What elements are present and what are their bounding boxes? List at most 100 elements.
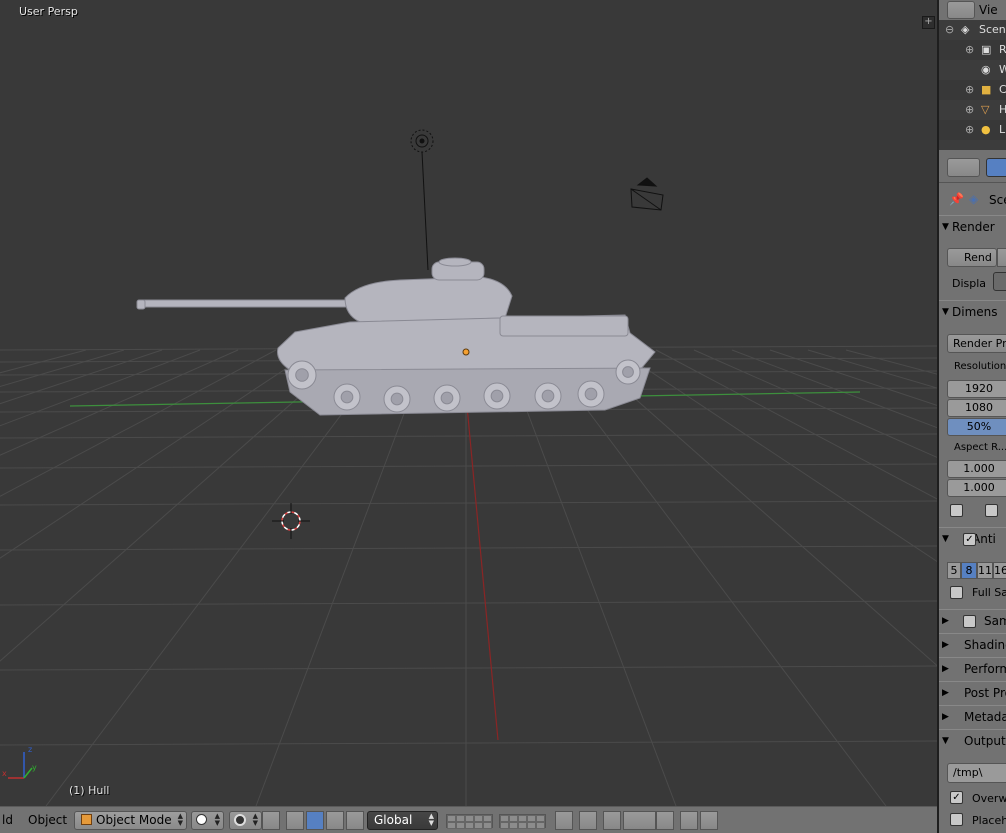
mode-selector[interactable]: Object Mode ▲ ▼ xyxy=(74,811,187,830)
anti-aliasing-panel-header[interactable]: ▼ ✓ Anti xyxy=(939,527,1006,551)
render-context-tab[interactable] xyxy=(986,158,1006,177)
grid-line xyxy=(655,349,937,500)
svg-text:x: x xyxy=(2,769,7,778)
resolution-x-value: 1920 xyxy=(965,382,993,395)
pivot-point-button[interactable]: ▲ ▼ xyxy=(229,811,262,830)
snap-element-button[interactable] xyxy=(623,811,656,830)
3d-cursor[interactable] xyxy=(272,503,310,539)
expand-triangle-icon: ▶ xyxy=(942,664,949,674)
snap-toggle-button[interactable] xyxy=(603,811,621,830)
anti-aliasing-checkbox[interactable]: ✓ xyxy=(963,533,976,546)
motion-blur-checkbox[interactable] xyxy=(963,615,976,628)
panel-title: Render xyxy=(952,220,995,234)
output-panel-header[interactable]: ▼ Output xyxy=(939,729,1006,753)
render-button[interactable]: Rend xyxy=(947,248,997,267)
resolution-x-field[interactable]: 1920 xyxy=(947,380,1006,398)
active-object-label: (1) Hull xyxy=(69,784,110,797)
editor-type-button[interactable] xyxy=(947,1,975,19)
aa-samples-row: 5 8 11 16 xyxy=(947,562,1006,581)
full-sample-checkbox[interactable] xyxy=(950,586,963,599)
aspect-y-field[interactable]: 1.000 xyxy=(947,479,1006,497)
viewport-shading-button[interactable]: ▲ ▼ xyxy=(191,811,224,830)
render-animation-button[interactable] xyxy=(700,811,718,830)
grid-line xyxy=(0,349,201,427)
layer-lock-button[interactable] xyxy=(555,811,573,830)
svg-text:z: z xyxy=(28,745,32,754)
grid-line xyxy=(807,349,937,389)
resolution-y-field[interactable]: 1080 xyxy=(947,399,1006,417)
layers-group-2[interactable] xyxy=(499,814,546,829)
collapse-triangle-icon: ▼ xyxy=(942,534,949,544)
lamp-icon: ● xyxy=(981,123,991,136)
3d-viewport[interactable]: z x y User Persp (1) Hull + xyxy=(0,0,937,806)
world-icon: ◉ xyxy=(981,63,991,76)
lamp-object[interactable] xyxy=(410,129,434,271)
outliner-item-world[interactable]: ◉ W xyxy=(939,60,1006,80)
outliner-header: Vie xyxy=(939,0,1006,20)
outliner-item-scene[interactable]: ⊖ ◈ Scene xyxy=(939,20,1006,40)
snap-target-button[interactable] xyxy=(656,811,674,830)
aa-samples-8[interactable]: 8 xyxy=(961,562,977,579)
sampled-motion-panel-header[interactable]: ▶ Sam xyxy=(939,609,1006,633)
aspect-x-field[interactable]: 1.000 xyxy=(947,460,1006,478)
full-sample-label: Full Sa xyxy=(972,586,1006,599)
metadata-panel-header[interactable]: ▶ Metadat xyxy=(939,705,1006,729)
toolshelf-toggle-button[interactable]: + xyxy=(922,16,935,29)
grid-line xyxy=(579,349,937,667)
manipulator-toggle-button[interactable] xyxy=(286,811,304,830)
grid-line xyxy=(0,545,937,551)
crop-checkbox[interactable] xyxy=(985,504,998,517)
editor-type-button[interactable] xyxy=(947,158,980,177)
outliner-item-label: C xyxy=(999,83,1006,96)
mode-label: Object Mode xyxy=(96,813,172,827)
resolution-percentage-field[interactable]: 50% xyxy=(947,418,1006,436)
shading-panel-header[interactable]: ▶ Shading xyxy=(939,633,1006,657)
manipulate-center-button[interactable] xyxy=(262,811,280,830)
outliner-item-renderlayers[interactable]: ⊕ ▣ R xyxy=(939,40,1006,60)
render-presets-dropdown[interactable]: Render Pre xyxy=(947,334,1006,353)
grid-line xyxy=(45,349,391,806)
aa-samples-11[interactable]: 11 xyxy=(977,562,993,579)
outliner-item-label: R xyxy=(999,43,1006,56)
performance-panel-header[interactable]: ▶ Perform xyxy=(939,657,1006,681)
render-opengl-button[interactable] xyxy=(680,811,698,830)
outliner-item-hull[interactable]: ⊕ ▽ H xyxy=(939,100,1006,120)
placeholders-checkbox[interactable] xyxy=(950,813,963,826)
collapse-triangle-icon: ▼ xyxy=(942,222,949,232)
grid-line xyxy=(0,349,315,559)
grid-line xyxy=(617,349,937,563)
proportional-edit-button[interactable] xyxy=(579,811,597,830)
outliner-item-lamp[interactable]: ⊕ ● L xyxy=(939,120,1006,140)
output-path-field[interactable]: /tmp\ xyxy=(947,763,1006,783)
outliner-item-label: W xyxy=(999,60,1006,80)
grid-line xyxy=(0,349,163,405)
add-menu[interactable]: ld xyxy=(2,811,13,830)
outliner-item-label: Scene xyxy=(979,23,1006,36)
border-checkbox[interactable] xyxy=(950,504,963,517)
panel-title: Sam xyxy=(984,614,1006,628)
aa-samples-16[interactable]: 16 xyxy=(993,562,1006,579)
post-processing-panel-header[interactable]: ▶ Post Pro xyxy=(939,681,1006,705)
display-selector[interactable] xyxy=(993,272,1006,291)
properties-panel: 📌 ◈ Sce ▼Render Rend Displa ▼Dimens Rend… xyxy=(937,150,1006,833)
dimensions-panel-header[interactable]: ▼ Dimens xyxy=(939,300,1006,324)
overwrite-checkbox[interactable]: ✓ xyxy=(950,791,963,804)
outliner-item-label: H xyxy=(999,100,1006,120)
wheel-hub xyxy=(440,391,454,405)
layers-group-1[interactable] xyxy=(446,814,493,829)
aa-samples-5[interactable]: 5 xyxy=(947,562,961,579)
translate-manipulator-button[interactable] xyxy=(306,811,324,830)
view-menu[interactable]: Vie xyxy=(979,0,998,20)
transform-orientation-selector[interactable]: Global ▲ ▼ xyxy=(367,811,438,830)
animation-button[interactable] xyxy=(997,248,1006,267)
output-path-value: /tmp\ xyxy=(953,766,983,779)
render-panel-header[interactable]: ▼ Render xyxy=(939,215,1006,239)
pivot-icon xyxy=(234,814,246,826)
rotate-manipulator-button[interactable] xyxy=(326,811,344,830)
object-menu[interactable]: Object xyxy=(28,811,67,830)
outliner-tree: ⊖ ◈ Scene ⊕ ▣ R ◉ W ⊕ ■ C ⊕ ▽ H xyxy=(939,20,1006,150)
camera-object[interactable] xyxy=(630,177,664,211)
scale-manipulator-button[interactable] xyxy=(346,811,364,830)
outliner-item-camera[interactable]: ⊕ ■ C xyxy=(939,80,1006,100)
pin-icon[interactable]: 📌 xyxy=(949,192,964,206)
